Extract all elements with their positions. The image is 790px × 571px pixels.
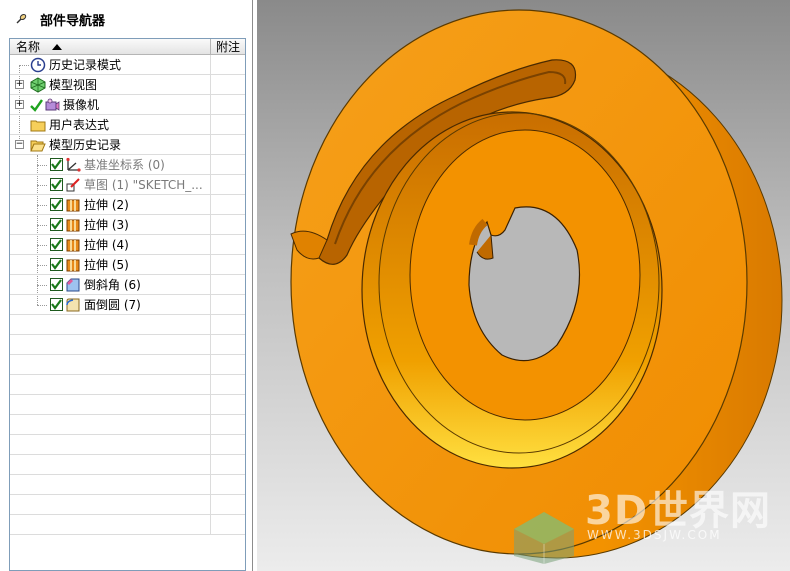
empty-row (10, 415, 245, 435)
extrude-icon (66, 199, 80, 211)
tree-row-chamfer[interactable]: 倒斜角 (6) (10, 275, 245, 295)
camera-icon (45, 98, 60, 111)
pin-icon[interactable] (14, 12, 28, 26)
visibility-checkbox[interactable] (50, 218, 63, 231)
tree-row-extrude-4[interactable]: 拉伸 (4) (10, 235, 245, 255)
folder-open-icon (30, 140, 46, 151)
visibility-checkbox[interactable] (50, 278, 63, 291)
chamfer-icon (66, 278, 80, 291)
watermark-url: WWW.3DSJW.COM (587, 528, 722, 542)
face-blend-icon (66, 298, 80, 311)
sort-ascending-icon (52, 43, 63, 50)
tree-row-model-history[interactable]: − 模型历史记录 (10, 135, 245, 155)
empty-row (10, 315, 245, 335)
tree-row-cameras[interactable]: + 摄像机 (10, 95, 245, 115)
datum-csys-icon (66, 157, 81, 172)
visibility-checkbox[interactable] (50, 238, 63, 251)
navigator-title: 部件导航器 (40, 13, 106, 29)
checkmark-icon (30, 98, 43, 112)
visibility-checkbox[interactable] (50, 198, 63, 211)
column-header: 名称 附注 (10, 39, 245, 55)
navigator-title-bar: 部件导航器 (0, 0, 252, 38)
expand-toggle[interactable]: + (15, 80, 24, 89)
column-name-header[interactable]: 名称 (10, 39, 211, 54)
model-views-icon (30, 76, 46, 93)
extrude-icon (66, 219, 80, 231)
tree-row-extrude-2[interactable]: 拉伸 (2) (10, 195, 245, 215)
visibility-checkbox[interactable] (50, 258, 63, 271)
visibility-checkbox[interactable] (50, 178, 63, 191)
tree-row-face-blend[interactable]: 面倒圆 (7) (10, 295, 245, 315)
navigator-tree: 名称 附注 历史记录模式 + 模型视图 + 摄像机 用户表达式 − 模型历史记录… (9, 38, 246, 571)
clock-icon (30, 57, 46, 72)
empty-row (10, 335, 245, 355)
tree-row-extrude-3[interactable]: 拉伸 (3) (10, 215, 245, 235)
visibility-checkbox[interactable] (50, 298, 63, 311)
tree-row-history-mode[interactable]: 历史记录模式 (10, 55, 245, 75)
empty-row (10, 355, 245, 375)
tree-row-datum-csys[interactable]: 基准坐标系 (0) (10, 155, 245, 175)
empty-row (10, 395, 245, 415)
empty-row (10, 515, 245, 535)
graphics-viewport[interactable]: 3D世界网 WWW.3DSJW.COM (257, 0, 790, 571)
tree-row-extrude-5[interactable]: 拉伸 (5) (10, 255, 245, 275)
tree-row-model-views[interactable]: + 模型视图 (10, 75, 245, 95)
tree-row-user-expressions[interactable]: 用户表达式 (10, 115, 245, 135)
collapse-toggle[interactable]: − (15, 140, 24, 149)
extrude-icon (66, 239, 80, 251)
visibility-checkbox[interactable] (50, 158, 63, 171)
folder-icon (30, 120, 46, 131)
empty-row (10, 375, 245, 395)
part-navigator-panel: 部件导航器 名称 附注 历史记录模式 + 模型视图 + 摄像机 用户表达式 − … (0, 0, 253, 571)
sketch-icon (66, 177, 80, 191)
empty-row (10, 455, 245, 475)
column-note-header[interactable]: 附注 (211, 39, 245, 54)
extrude-icon (66, 259, 80, 271)
empty-row (10, 475, 245, 495)
tree-row-sketch[interactable]: 草图 (1) "SKETCH_... (10, 175, 245, 195)
empty-row (10, 435, 245, 455)
expand-toggle[interactable]: + (15, 100, 24, 109)
empty-row (10, 495, 245, 515)
